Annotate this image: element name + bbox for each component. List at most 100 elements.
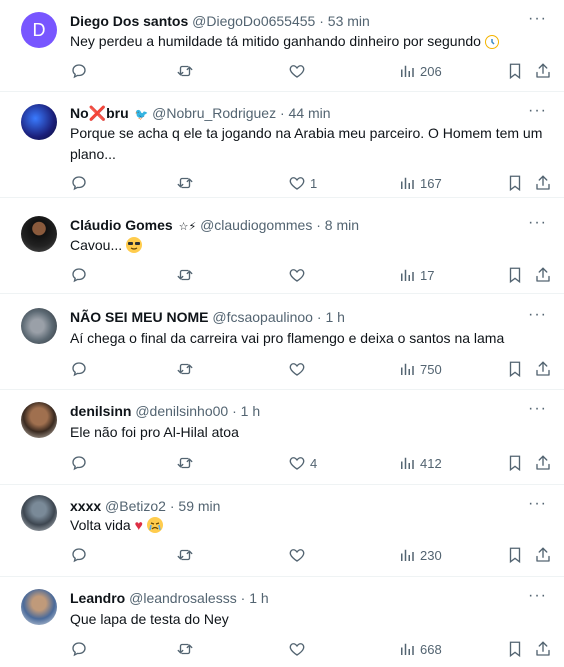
retweet-icon xyxy=(176,174,194,192)
bookmark-icon xyxy=(506,266,524,284)
timestamp[interactable]: 8 min xyxy=(325,217,359,233)
author-name[interactable]: denilsinn xyxy=(70,403,131,419)
share-icon xyxy=(534,174,552,192)
views-button[interactable]: 412 xyxy=(398,453,442,473)
author-name[interactable]: Leandro xyxy=(70,590,125,606)
author-handle[interactable]: @fcsaopaulinoo xyxy=(212,309,313,325)
views-button[interactable]: 230 xyxy=(398,545,442,565)
views-count: 750 xyxy=(420,361,442,377)
avatar[interactable] xyxy=(21,308,57,344)
author-handle[interactable]: @Nobru_Rodriguez xyxy=(152,105,276,121)
retweet-button[interactable] xyxy=(176,453,198,473)
timestamp[interactable]: 59 min xyxy=(178,498,220,514)
like-button[interactable] xyxy=(288,265,310,285)
more-options-icon[interactable]: ··· xyxy=(528,588,546,609)
tweet-actions: 206 xyxy=(70,61,550,81)
more-options-icon[interactable]: ··· xyxy=(528,11,546,32)
author-name[interactable]: No❌bru xyxy=(70,105,129,121)
share-button[interactable] xyxy=(534,453,552,473)
avatar[interactable] xyxy=(21,216,57,252)
views-button[interactable]: 750 xyxy=(398,359,442,379)
author-name[interactable]: Diego Dos santos xyxy=(70,13,188,29)
tweet[interactable]: D Diego Dos santos @DiegoDo0655455 · 53 … xyxy=(0,0,564,92)
tweet-header: xxxx @Betizo2 · 59 min xyxy=(70,497,524,515)
more-options-icon[interactable]: ··· xyxy=(528,103,546,124)
bookmark-button[interactable] xyxy=(506,545,524,565)
reply-button[interactable] xyxy=(70,173,92,193)
views-icon xyxy=(398,454,416,472)
share-button[interactable] xyxy=(534,545,552,565)
tweet[interactable]: xxxx @Betizo2 · 59 min ··· Volta vida ♥ … xyxy=(0,485,564,577)
views-button[interactable]: 17 xyxy=(398,265,434,285)
retweet-button[interactable] xyxy=(176,545,198,565)
like-button[interactable] xyxy=(288,545,310,565)
author-handle[interactable]: @claudiogommes xyxy=(200,217,312,233)
share-button[interactable] xyxy=(534,173,552,193)
avatar[interactable] xyxy=(21,589,57,625)
tweet[interactable]: NÃO SEI MEU NOME @fcsaopaulinoo · 1 h ··… xyxy=(0,294,564,390)
retweet-button[interactable] xyxy=(176,639,198,659)
share-button[interactable] xyxy=(534,359,552,379)
retweet-button[interactable] xyxy=(176,359,198,379)
author-handle[interactable]: @DiegoDo0655455 xyxy=(192,13,315,29)
avatar[interactable] xyxy=(21,104,57,140)
views-button[interactable]: 206 xyxy=(398,61,442,81)
bookmark-button[interactable] xyxy=(506,453,524,473)
timestamp[interactable]: 1 h xyxy=(241,403,260,419)
author-name[interactable]: Cláudio Gomes xyxy=(70,217,173,233)
share-button[interactable] xyxy=(534,265,552,285)
views-count: 230 xyxy=(420,547,442,563)
separator-dot: · xyxy=(316,217,321,233)
avatar[interactable] xyxy=(21,495,57,531)
retweet-button[interactable] xyxy=(176,173,198,193)
retweet-icon xyxy=(176,454,194,472)
timestamp[interactable]: 1 h xyxy=(249,590,268,606)
share-icon xyxy=(534,360,552,378)
author-name[interactable]: xxxx xyxy=(70,498,101,514)
views-button[interactable]: 668 xyxy=(398,639,442,659)
bookmark-button[interactable] xyxy=(506,173,524,193)
like-button[interactable] xyxy=(288,61,310,81)
tweet-text: Aí chega o final da carreira vai pro fla… xyxy=(70,330,505,346)
like-button[interactable]: 4 xyxy=(288,453,317,473)
more-options-icon[interactable]: ··· xyxy=(528,215,546,236)
bookmark-button[interactable] xyxy=(506,61,524,81)
bookmark-button[interactable] xyxy=(506,265,524,285)
retweet-button[interactable] xyxy=(176,61,198,81)
author-handle[interactable]: @leandrosalesss xyxy=(129,590,237,606)
star-lightning-badge-icon: ☆⚡ xyxy=(178,221,197,233)
bookmark-button[interactable] xyxy=(506,359,524,379)
tweet[interactable]: Cláudio Gomes ☆⚡ @claudiogommes · 8 min … xyxy=(0,198,564,294)
heart-icon xyxy=(288,266,306,284)
timestamp[interactable]: 53 min xyxy=(328,13,370,29)
avatar[interactable]: D xyxy=(21,12,57,48)
views-button[interactable]: 167 xyxy=(398,173,442,193)
like-button[interactable] xyxy=(288,359,310,379)
tweet[interactable]: denilsinn @denilsinho00 · 1 h ··· Ele nã… xyxy=(0,390,564,485)
tweet-actions: 230 xyxy=(70,545,550,565)
tweet[interactable]: Leandro @leandrosalesss · 1 h ··· Que la… xyxy=(0,577,564,667)
reply-button[interactable] xyxy=(70,265,92,285)
reply-button[interactable] xyxy=(70,453,92,473)
retweet-button[interactable] xyxy=(176,265,198,285)
like-button[interactable] xyxy=(288,639,310,659)
author-name[interactable]: NÃO SEI MEU NOME xyxy=(70,309,208,325)
reply-button[interactable] xyxy=(70,639,92,659)
like-button[interactable]: 1 xyxy=(288,173,317,193)
reply-button[interactable] xyxy=(70,359,92,379)
author-handle[interactable]: @Betizo2 xyxy=(105,498,166,514)
tweet[interactable]: No❌bru 🐦 @Nobru_Rodriguez · 44 min ··· P… xyxy=(0,92,564,198)
tweet-text: Porque se acha q ele ta jogando na Arabi… xyxy=(70,125,543,162)
tweet-text: Que lapa de testa do Ney xyxy=(70,611,229,627)
avatar[interactable] xyxy=(21,402,57,438)
share-button[interactable] xyxy=(534,639,552,659)
reply-button[interactable] xyxy=(70,545,92,565)
reply-button[interactable] xyxy=(70,61,92,81)
more-options-icon[interactable]: ··· xyxy=(528,401,546,422)
share-button[interactable] xyxy=(534,61,552,81)
author-handle[interactable]: @denilsinho00 xyxy=(135,403,228,419)
more-options-icon[interactable]: ··· xyxy=(528,307,546,328)
timestamp[interactable]: 44 min xyxy=(289,105,331,121)
timestamp[interactable]: 1 h xyxy=(325,309,344,325)
bookmark-button[interactable] xyxy=(506,639,524,659)
